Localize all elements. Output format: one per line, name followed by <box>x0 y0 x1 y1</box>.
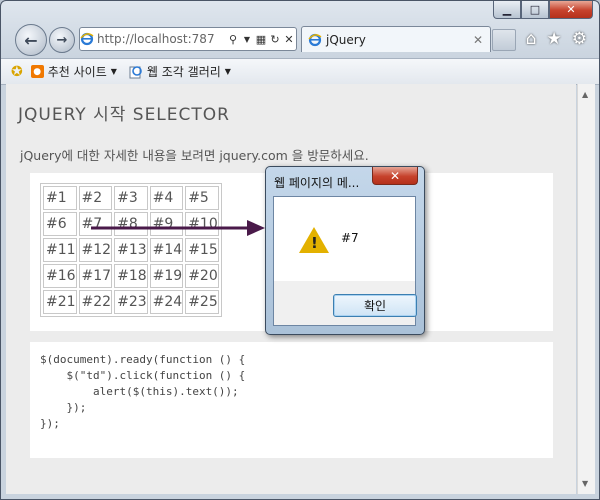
favorites-add-icon[interactable]: ✪ <box>11 64 23 80</box>
browser-window: ▁ □ ✕ ← → http://localhost:787 ⚲ ▼ ▦ ↻ ✕… <box>0 0 600 500</box>
grid-cell[interactable]: #13 <box>114 238 148 262</box>
grid-cell[interactable]: #21 <box>43 290 77 314</box>
grid-cell[interactable]: #8 <box>114 212 148 236</box>
suggested-sites-icon: ● <box>30 65 44 78</box>
grid-cell[interactable]: #25 <box>185 290 219 314</box>
chevron-down-icon: ▼ <box>224 67 231 76</box>
grid-cell[interactable]: #4 <box>149 186 184 210</box>
chevron-down-icon: ▼ <box>110 67 117 76</box>
page-title: JQUERY 시작 SELECTOR <box>18 105 230 125</box>
grid-cell[interactable]: #12 <box>78 238 113 262</box>
grid-cell[interactable]: #16 <box>43 264 77 288</box>
close-icon[interactable]: ✕ <box>549 1 593 19</box>
tab-title: jQuery <box>326 32 366 47</box>
grid-cell[interactable]: #20 <box>185 264 219 288</box>
navigation-bar: ← → http://localhost:787 ⚲ ▼ ▦ ↻ ✕ jQuer… <box>9 24 591 56</box>
window-controls: ▁ □ ✕ <box>493 1 593 21</box>
search-icon[interactable]: ⚲ <box>226 33 240 46</box>
grid-cell[interactable]: #3 <box>114 186 148 210</box>
grid-cell[interactable]: #24 <box>149 290 184 314</box>
code-panel: $(document).ready(function () { $("td").… <box>30 342 553 458</box>
home-icon[interactable]: ⌂ <box>526 29 537 49</box>
maximize-icon[interactable]: □ <box>521 1 549 19</box>
address-bar[interactable]: http://localhost:787 ⚲ ▼ ▦ ↻ ✕ <box>79 27 297 51</box>
address-url[interactable]: http://localhost:787 <box>97 32 226 46</box>
gear-icon[interactable]: ⚙ <box>572 29 587 49</box>
dropdown-icon[interactable]: ▼ <box>240 35 254 44</box>
dialog-message: #7 <box>341 231 359 245</box>
grid-cell[interactable]: #22 <box>78 290 113 314</box>
grid-cell[interactable]: #15 <box>185 238 219 262</box>
intro-text: jQuery에 대한 자세한 내용을 보려면 jquery.com 을 방문하세… <box>20 148 369 163</box>
code-block: $(document).ready(function () { $("td").… <box>40 353 246 430</box>
ie-logo-icon <box>80 32 94 46</box>
grid-cell[interactable]: #19 <box>149 264 184 288</box>
grid-cell[interactable]: #5 <box>185 186 219 210</box>
grid-cell[interactable]: #2 <box>78 186 113 210</box>
favorites-bar: ✪ ● 추천 사이트 ▼ 웹 조각 갤러리 ▼ <box>1 58 599 85</box>
compatibility-view-icon[interactable]: ▦ <box>254 33 268 46</box>
grid-cell[interactable]: #1 <box>43 186 77 210</box>
number-grid: #1 #2 #3 #4 #5 #6 #7 #8 #9 #10 #11 #12 #13 #14 #15 #16 #… <box>40 183 222 317</box>
grid-row: #6 #7 #8 #9 #10 <box>43 212 219 236</box>
tab-jquery[interactable]: jQuery ✕ <box>301 26 491 52</box>
favorites-star-icon[interactable]: ★ <box>547 29 562 49</box>
favorites-item-label: 웹 조각 갤러리 <box>146 65 221 79</box>
favorites-item-label: 추천 사이트 <box>47 65 107 79</box>
scroll-down-icon[interactable]: ▼ <box>582 479 588 488</box>
grid-cell[interactable]: #7 <box>78 212 113 236</box>
grid-row: #21 #22 #23 #24 #25 <box>43 290 219 314</box>
grid-cell[interactable]: #9 <box>149 212 184 236</box>
grid-cell[interactable]: #14 <box>149 238 184 262</box>
grid-cell[interactable]: #17 <box>78 264 113 288</box>
alert-dialog: 웹 페이지의 메... ✕ ! #7 확인 <box>265 166 425 335</box>
grid-cell[interactable]: #18 <box>114 264 148 288</box>
forward-button[interactable]: → <box>49 27 75 53</box>
ie-logo-icon <box>308 33 322 47</box>
favorites-item-web-slice-gallery[interactable]: 웹 조각 갤러리 ▼ <box>129 63 231 80</box>
warning-exclamation-icon: ! <box>311 234 318 252</box>
refresh-icon[interactable]: ↻ <box>268 33 282 46</box>
dialog-title: 웹 페이지의 메... <box>274 176 360 190</box>
new-tab-button[interactable] <box>492 29 516 51</box>
grid-cell[interactable]: #23 <box>114 290 148 314</box>
grid-cell[interactable]: #6 <box>43 212 77 236</box>
grid-row: #11 #12 #13 #14 #15 <box>43 238 219 262</box>
ok-button[interactable]: 확인 <box>333 294 417 317</box>
minimize-icon[interactable]: ▁ <box>493 1 521 19</box>
back-button[interactable]: ← <box>15 24 47 56</box>
grid-cell[interactable]: #10 <box>185 212 219 236</box>
tab-close-icon[interactable]: ✕ <box>473 33 483 47</box>
dialog-close-icon[interactable]: ✕ <box>372 167 418 185</box>
vertical-scrollbar[interactable]: ▲ ▼ <box>577 84 595 494</box>
dialog-body: ! #7 확인 <box>273 196 417 326</box>
grid-cell[interactable]: #11 <box>43 238 77 262</box>
grid-row: #1 #2 #3 #4 #5 <box>43 186 219 210</box>
toolbar-icons: ⌂ ★ ⚙ <box>526 29 587 49</box>
stop-icon[interactable]: ✕ <box>282 33 296 46</box>
favorites-item-suggested-sites[interactable]: ● 추천 사이트 ▼ <box>30 63 117 80</box>
grid-row: #16 #17 #18 #19 #20 <box>43 264 219 288</box>
web-slice-icon <box>129 65 143 79</box>
scroll-up-icon[interactable]: ▲ <box>582 90 588 99</box>
